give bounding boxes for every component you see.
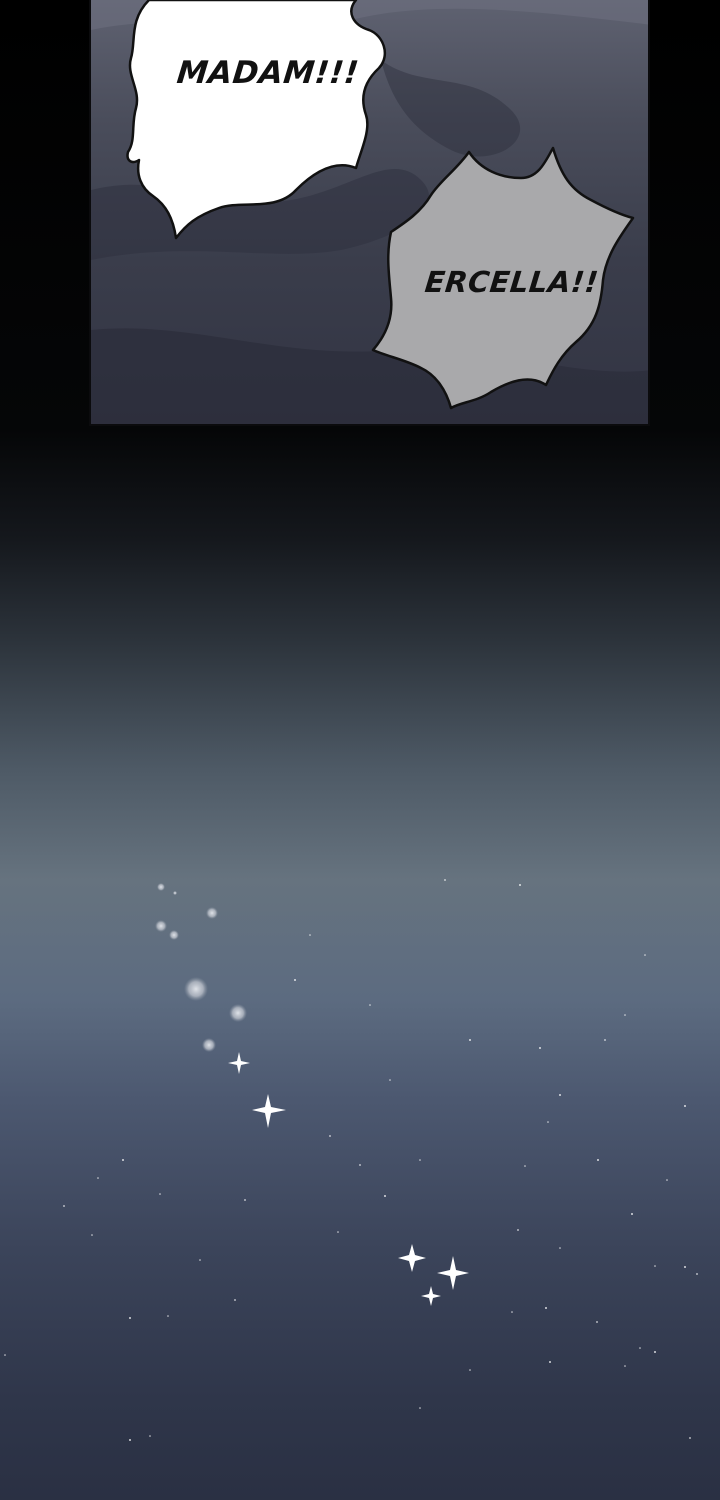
light-orbs [155,883,247,1052]
light-orb-icon [184,977,208,1001]
light-orb-icon [202,1038,216,1052]
light-orb-icon [173,891,177,895]
speech-bubble-ercella [371,146,635,410]
four-point-star-icon [252,1094,286,1128]
sparkles [228,1052,469,1306]
four-point-star-icon [228,1052,250,1074]
light-orb-icon [229,1004,247,1022]
comic-panel: MADAM!!! ERCELLA!! [89,0,650,426]
bubble-text-ercella: ERCELLA!! [423,265,601,299]
comic-page: MADAM!!! ERCELLA!! [0,0,720,1500]
bubble-text-madam: MADAM!!! [175,55,361,91]
light-orb-icon [157,883,165,891]
four-point-star-icon [437,1256,469,1290]
light-orb-icon [169,930,179,940]
light-orb-icon [206,907,218,919]
light-orb-icon [155,920,167,932]
four-point-star-icon [398,1244,426,1272]
four-point-star-icon [421,1286,441,1306]
star-dust [4,879,698,1441]
